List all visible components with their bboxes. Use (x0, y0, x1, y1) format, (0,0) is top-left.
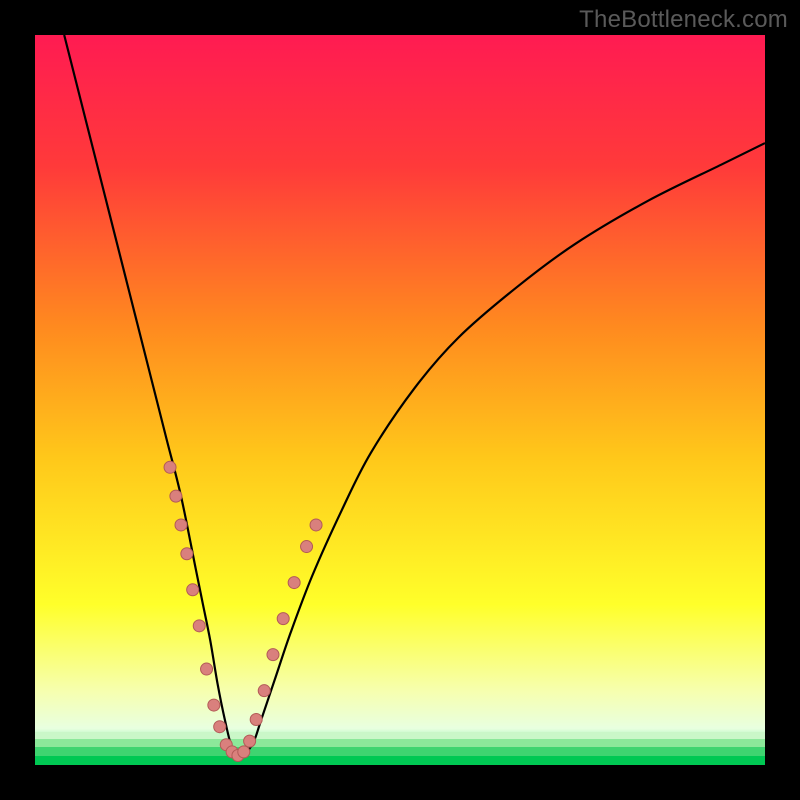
data-point-dot (170, 490, 182, 502)
data-point-dot (301, 541, 313, 553)
data-point-dot (288, 577, 300, 589)
plot-area (35, 35, 765, 765)
data-point-dot (187, 584, 199, 596)
data-point-dot (181, 548, 193, 560)
data-point-dot (258, 685, 270, 697)
chart-frame: TheBottleneck.com (0, 0, 800, 800)
data-point-dot (238, 746, 250, 758)
data-point-dot (244, 735, 256, 747)
bottleneck-curve (35, 35, 765, 765)
data-point-dot (277, 613, 289, 625)
data-point-dot (164, 461, 176, 473)
data-point-dot (267, 649, 279, 661)
data-point-dot (193, 620, 205, 632)
data-point-dot (175, 519, 187, 531)
data-point-dot (214, 721, 226, 733)
data-point-dot (201, 663, 213, 675)
watermark-text: TheBottleneck.com (579, 6, 788, 34)
data-point-dot (250, 713, 262, 725)
data-point-dot (208, 699, 220, 711)
data-point-dot (310, 519, 322, 531)
